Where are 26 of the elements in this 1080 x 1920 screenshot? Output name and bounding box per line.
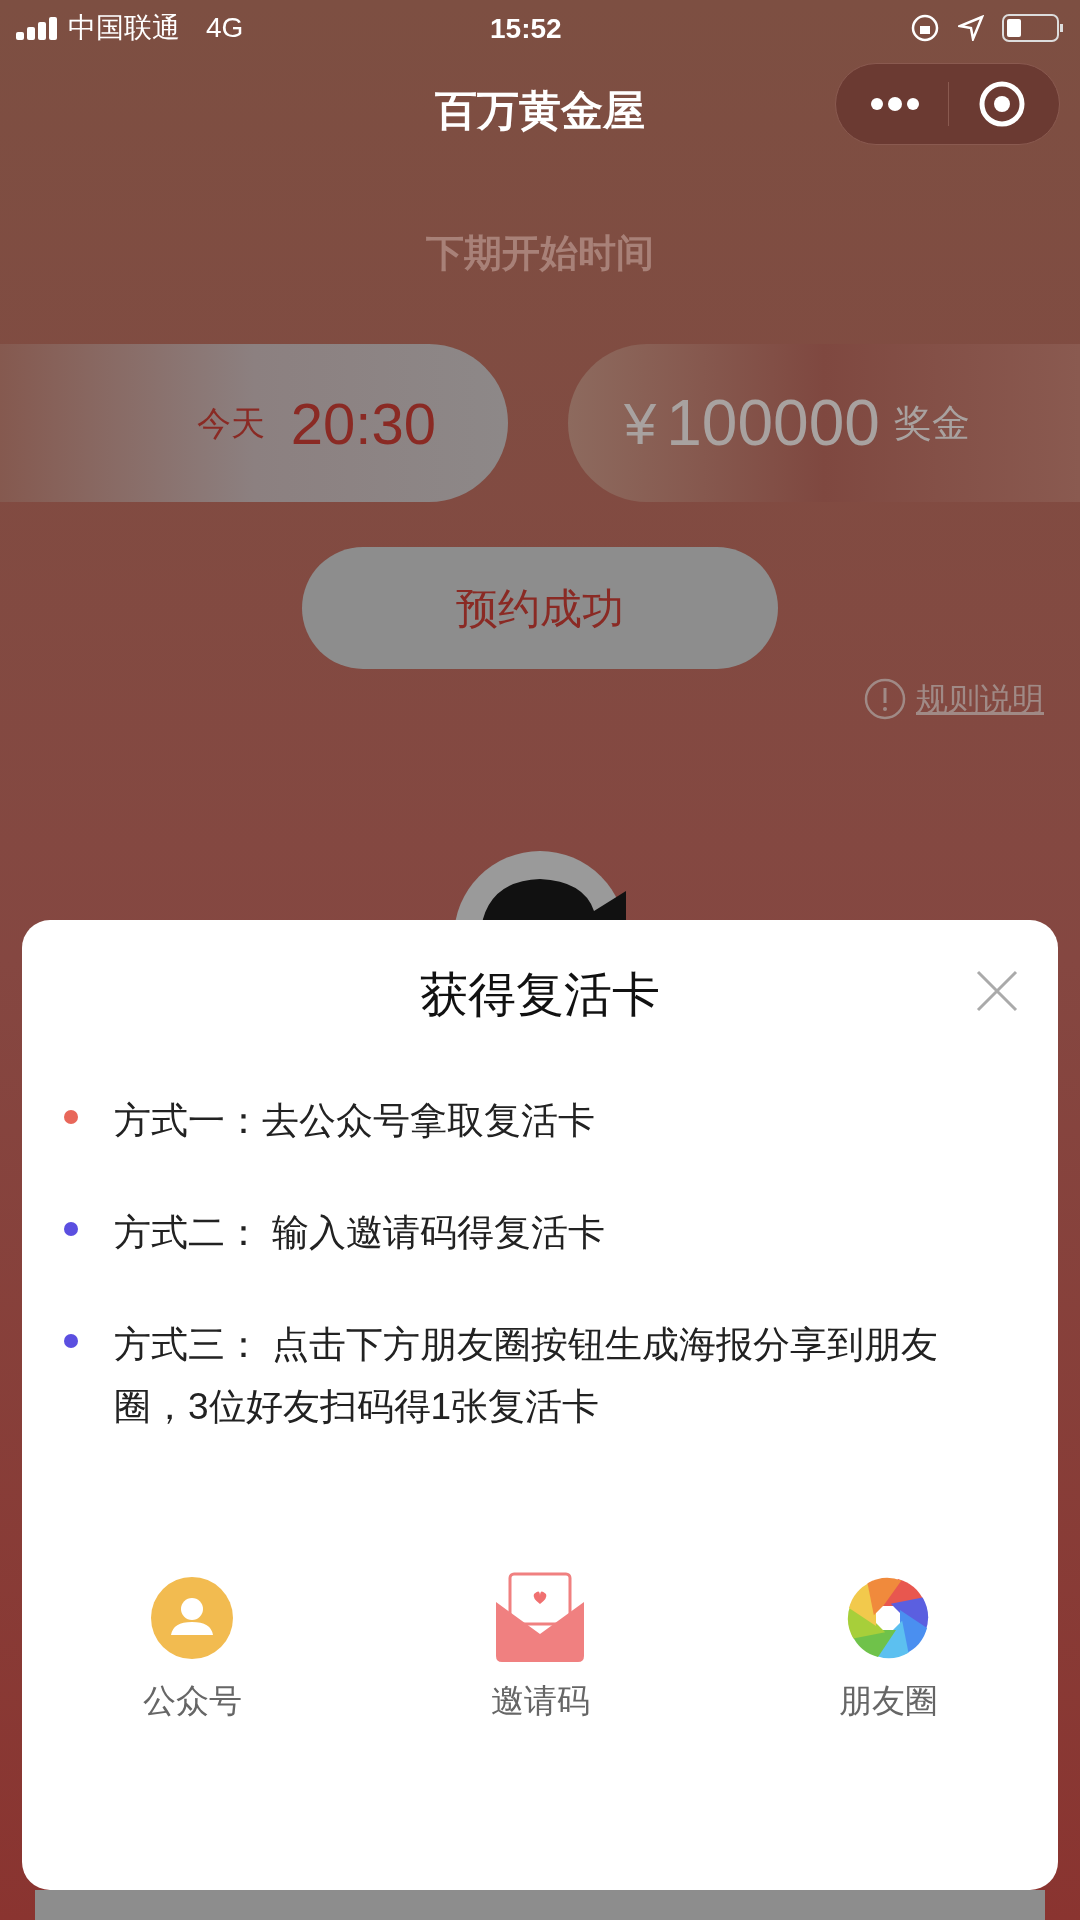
modal-title: 获得复活卡 bbox=[420, 967, 660, 1023]
aperture-icon bbox=[847, 1576, 929, 1659]
share-option[interactable]: 公众号 bbox=[82, 1571, 302, 1725]
share-option[interactable]: 邀请码 bbox=[430, 1571, 650, 1725]
method-text: 方式二： 输入邀请码得复活卡 bbox=[114, 1211, 606, 1255]
method-text: 方式一：去公众号拿取复活卡 bbox=[114, 1099, 595, 1143]
prize-unit: 奖金 bbox=[893, 400, 970, 446]
close-target-icon[interactable] bbox=[979, 81, 1025, 127]
location-arrow-icon bbox=[958, 14, 984, 41]
rotation-lock-icon bbox=[910, 12, 940, 43]
currency-sign: ¥ bbox=[624, 389, 657, 458]
battery-icon bbox=[1002, 13, 1064, 42]
status-time: 15:52 bbox=[490, 12, 562, 46]
envelope-icon bbox=[494, 1571, 586, 1664]
info-icon bbox=[864, 678, 906, 720]
network-type: 4G bbox=[206, 10, 244, 45]
carrier-name: 中国联通 bbox=[68, 10, 180, 45]
day-label: 今天 bbox=[196, 402, 265, 444]
more-icon[interactable] bbox=[870, 97, 920, 111]
page-title: 百万黄金屋 bbox=[435, 85, 645, 136]
share-option[interactable]: 朋友圈 bbox=[778, 1571, 998, 1725]
start-time: 20:30 bbox=[290, 389, 436, 458]
method-text: 方式三： 点击下方朋友圈按钮生成海报分享到朋友圈，3位好友扫码得1张复活卡 bbox=[114, 1323, 940, 1429]
person-icon bbox=[151, 1576, 233, 1659]
prize-amount: 100000 bbox=[666, 386, 880, 461]
signal-icon bbox=[16, 15, 58, 40]
